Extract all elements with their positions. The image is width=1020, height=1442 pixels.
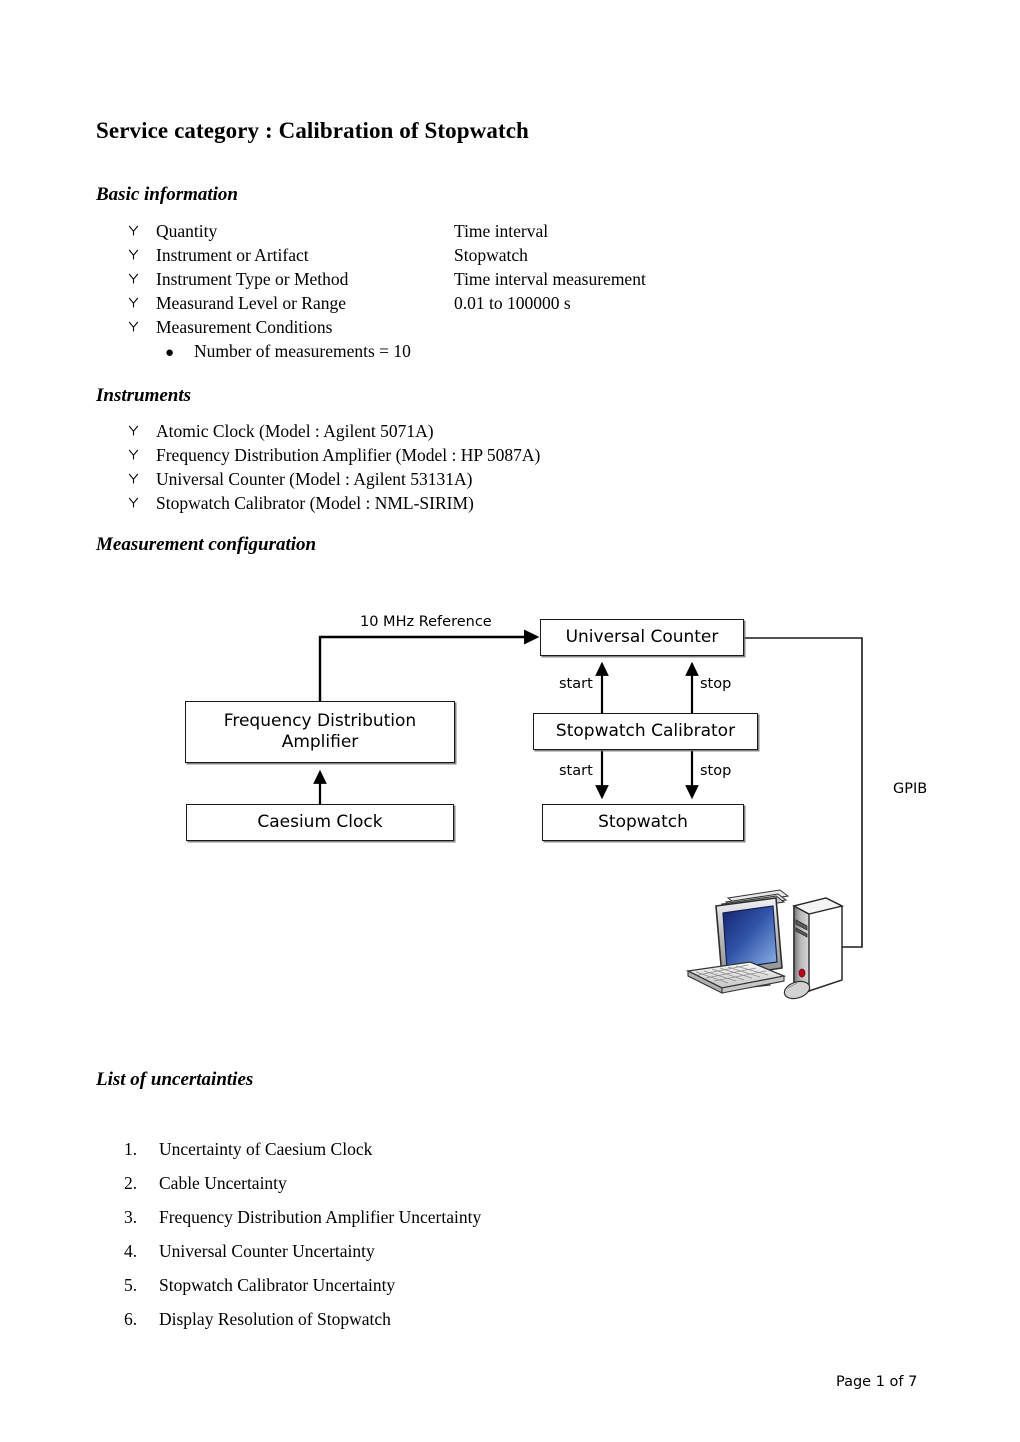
document-page: Service category : Calibration of Stopwa… bbox=[0, 0, 1020, 1442]
list-item: Instrument Type or Method Time interval … bbox=[128, 267, 828, 291]
power-led-icon bbox=[798, 968, 806, 978]
list-item: 5. Stopwatch Calibrator Uncertainty bbox=[124, 1275, 824, 1309]
desktop-computer-icon bbox=[685, 889, 845, 1000]
list-item-label: Display Resolution of Stopwatch bbox=[159, 1309, 391, 1329]
trefoil-bullet-icon bbox=[128, 266, 156, 284]
connector-10mhz-reference bbox=[318, 635, 532, 701]
list-item-label: Frequency Distribution Amplifier (Model … bbox=[156, 445, 541, 465]
list-item: Atomic Clock (Model : Agilent 5071A) bbox=[128, 419, 828, 443]
trefoil-bullet-icon bbox=[128, 418, 156, 436]
list-item-value: 0.01 to 100000 s bbox=[454, 293, 571, 313]
list-item-label: Quantity bbox=[156, 221, 218, 241]
list-item-label: Universal Counter (Model : Agilent 53131… bbox=[156, 469, 473, 489]
list-item-number: 2. bbox=[124, 1173, 138, 1193]
list-item: Instrument or Artifact Stopwatch bbox=[128, 243, 828, 267]
page-title: Service category : Calibration of Stopwa… bbox=[96, 118, 529, 143]
list-item-number: 1. bbox=[124, 1139, 138, 1159]
diagram-label-counter-start: start bbox=[559, 676, 593, 692]
diagram-box-label: Frequency Distribution Amplifier bbox=[224, 711, 416, 753]
list-item-value: Time interval measurement bbox=[454, 269, 646, 289]
diagram-box-frequency-distribution-amplifier[interactable]: Frequency Distribution Amplifier bbox=[185, 701, 455, 763]
filled-circle-bullet-icon: ● bbox=[165, 345, 175, 361]
diagram-label-10mhz-reference: 10 MHz Reference bbox=[360, 614, 492, 630]
list-item-label: Universal Counter Uncertainty bbox=[159, 1241, 375, 1261]
list-item-label: Frequency Distribution Amplifier Uncerta… bbox=[159, 1207, 482, 1227]
list-item-label: Cable Uncertainty bbox=[159, 1173, 287, 1193]
basic-information-list: Quantity Time interval Instrument or Art… bbox=[128, 219, 828, 363]
trefoil-bullet-icon bbox=[128, 290, 156, 308]
diagram-box-label-line2: Amplifier bbox=[281, 732, 359, 752]
list-item-number: 3. bbox=[124, 1207, 138, 1227]
list-item: Universal Counter (Model : Agilent 53131… bbox=[128, 467, 828, 491]
diagram-label-stopwatch-start: start bbox=[559, 763, 593, 779]
list-item-label: Measurement Conditions bbox=[156, 317, 333, 337]
list-item-label: Instrument or Artifact bbox=[156, 245, 309, 265]
list-item: Measurand Level or Range 0.01 to 100000 … bbox=[128, 291, 828, 315]
diagram-box-label: Universal Counter bbox=[565, 627, 719, 647]
list-item: 1. Uncertainty of Caesium Clock bbox=[124, 1139, 824, 1173]
diagram-label-counter-stop: stop bbox=[700, 676, 732, 692]
list-item-label: Instrument Type or Method bbox=[156, 269, 349, 289]
uncertainties-list: 1. Uncertainty of Caesium Clock 2. Cable… bbox=[124, 1139, 824, 1343]
diagram-box-universal-counter[interactable]: Universal Counter bbox=[540, 619, 744, 656]
trefoil-bullet-icon bbox=[128, 242, 156, 260]
list-item-value: Stopwatch bbox=[454, 245, 528, 265]
instruments-list: Atomic Clock (Model : Agilent 5071A) Fre… bbox=[128, 419, 828, 515]
section-heading-instruments: Instruments bbox=[96, 385, 192, 406]
list-item: 6. Display Resolution of Stopwatch bbox=[124, 1309, 824, 1343]
list-item-label: Uncertainty of Caesium Clock bbox=[159, 1139, 373, 1159]
list-item: 2. Cable Uncertainty bbox=[124, 1173, 824, 1207]
diagram-box-caesium-clock[interactable]: Caesium Clock bbox=[186, 804, 454, 841]
diagram-label-gpib: GPIB bbox=[893, 781, 928, 797]
list-item-label: Stopwatch Calibrator Uncertainty bbox=[159, 1275, 396, 1295]
diagram-box-stopwatch-calibrator[interactable]: Stopwatch Calibrator bbox=[533, 713, 758, 750]
list-item-value: Time interval bbox=[454, 221, 549, 241]
page-footer: Page 1 of 7 bbox=[836, 1374, 918, 1390]
list-item: Stopwatch Calibrator (Model : NML-SIRIM) bbox=[128, 491, 828, 515]
list-item-number: 5. bbox=[124, 1275, 138, 1295]
list-item-label: Stopwatch Calibrator (Model : NML-SIRIM) bbox=[156, 493, 474, 513]
list-item: Quantity Time interval bbox=[128, 219, 828, 243]
list-item: Frequency Distribution Amplifier (Model … bbox=[128, 443, 828, 467]
diagram-label-stopwatch-stop: stop bbox=[700, 763, 732, 779]
trefoil-bullet-icon bbox=[128, 218, 156, 236]
trefoil-bullet-icon bbox=[128, 490, 156, 508]
list-item: 3. Frequency Distribution Amplifier Unce… bbox=[124, 1207, 824, 1241]
diagram-box-label-line1: Frequency Distribution bbox=[223, 711, 417, 731]
list-item-number: 6. bbox=[124, 1309, 138, 1329]
list-item: 4. Universal Counter Uncertainty bbox=[124, 1241, 824, 1275]
list-item-label: Measurand Level or Range bbox=[156, 293, 346, 313]
list-item: Measurement Conditions bbox=[128, 315, 828, 339]
section-heading-list-of-uncertainties: List of uncertainties bbox=[96, 1069, 254, 1090]
section-heading-measurement-configuration: Measurement configuration bbox=[96, 534, 317, 555]
computer-tower-icon bbox=[792, 897, 845, 993]
sub-item-text: Number of measurements = 10 bbox=[194, 341, 411, 361]
diagram-box-label: Stopwatch bbox=[598, 812, 688, 832]
diagram-box-label: Stopwatch Calibrator bbox=[555, 721, 736, 741]
trefoil-bullet-icon bbox=[128, 466, 156, 484]
diagram-box-stopwatch[interactable]: Stopwatch bbox=[542, 804, 744, 841]
list-item-sub: ● Number of measurements = 10 bbox=[165, 339, 828, 363]
trefoil-bullet-icon bbox=[128, 442, 156, 460]
diagram-box-label: Caesium Clock bbox=[257, 812, 383, 832]
section-heading-basic-information: Basic information bbox=[96, 184, 238, 205]
trefoil-bullet-icon bbox=[128, 314, 156, 332]
list-item-number: 4. bbox=[124, 1241, 138, 1261]
list-item-label: Atomic Clock (Model : Agilent 5071A) bbox=[156, 421, 434, 441]
